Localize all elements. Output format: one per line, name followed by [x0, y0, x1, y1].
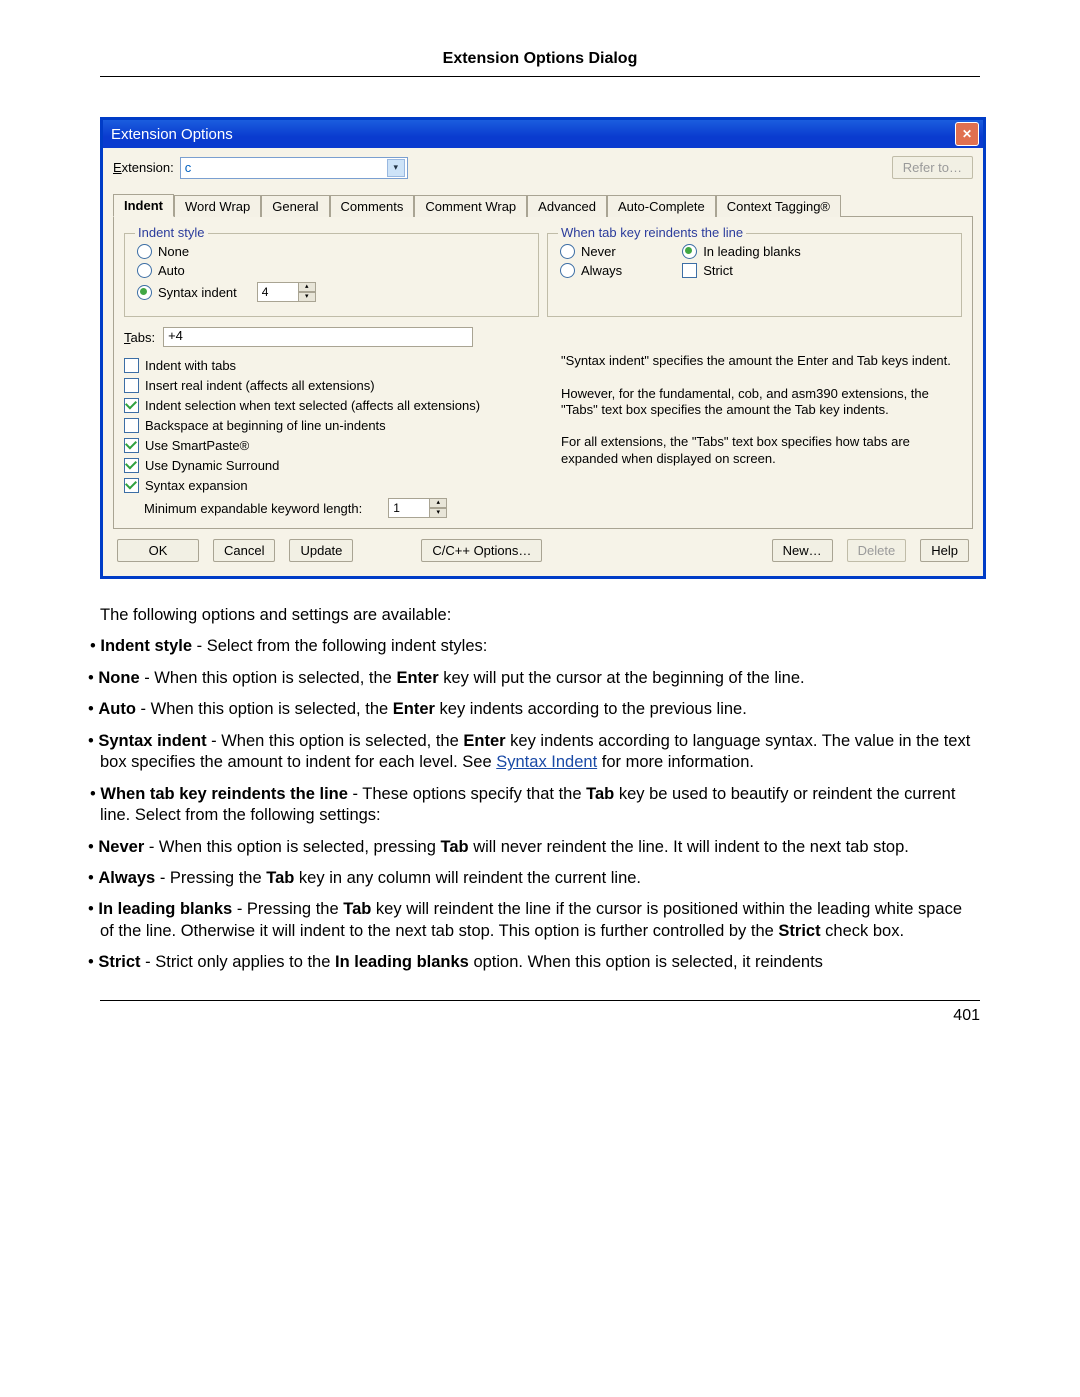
bullet-auto: Auto - When this option is selected, the… [100, 699, 980, 720]
spinner-buttons-2[interactable]: ▴▾ [429, 498, 447, 518]
intro-line: The following options and settings are a… [100, 605, 980, 626]
backspace-label: Backspace at beginning of line un-indent… [145, 418, 386, 433]
radio-auto[interactable] [137, 263, 152, 278]
tab-auto-complete[interactable]: Auto-Complete [607, 195, 716, 217]
chevron-down-icon[interactable] [387, 159, 405, 177]
radio-leading-blanks[interactable] [682, 244, 697, 259]
radio-never-label: Never [581, 244, 616, 259]
check-backspace[interactable] [124, 418, 139, 433]
delete-button[interactable]: Delete [847, 539, 907, 562]
update-button[interactable]: Update [289, 539, 353, 562]
radio-auto-label: Auto [158, 263, 185, 278]
check-indent-tabs[interactable] [124, 358, 139, 373]
tab-general[interactable]: General [261, 195, 329, 217]
bullet-syntax-indent: Syntax indent - When this option is sele… [100, 731, 980, 774]
extension-value: c [185, 160, 192, 175]
help-p3: For all extensions, the "Tabs" text box … [561, 434, 962, 467]
syntax-indent-amount[interactable]: ▴▾ [257, 282, 315, 302]
radio-none[interactable] [137, 244, 152, 259]
radio-always-label: Always [581, 263, 622, 278]
indent-style-legend: Indent style [135, 225, 208, 240]
dialog-button-row: OK Cancel Update C/C++ Options… New… Del… [113, 529, 973, 566]
min-keyword-label: Minimum expandable keyword length: [144, 501, 362, 516]
indent-tabs-label: Indent with tabs [145, 358, 236, 373]
bullet-never: Never - When this option is selected, pr… [100, 837, 980, 858]
check-insert-real[interactable] [124, 378, 139, 393]
radio-none-label: None [158, 244, 189, 259]
tabs-bar: Indent Word Wrap General Comments Commen… [113, 193, 973, 217]
tab-indent[interactable]: Indent [113, 194, 174, 217]
syntax-expansion-label: Syntax expansion [145, 478, 248, 493]
bullet-indent-style: Indent style - Select from the following… [100, 636, 980, 657]
reindent-group: When tab key reindents the line Never Al… [547, 233, 962, 317]
syntax-indent-input[interactable] [258, 284, 298, 300]
help-text: "Syntax indent" specifies the amount the… [555, 353, 962, 518]
dynamic-surround-label: Use Dynamic Surround [145, 458, 279, 473]
checkbox-column: Indent with tabs Insert real indent (aff… [124, 353, 545, 518]
radio-syntax-label: Syntax indent [158, 285, 237, 300]
bullet-none: None - When this option is selected, the… [100, 668, 980, 689]
new-button[interactable]: New… [772, 539, 833, 562]
radio-leading-label: In leading blanks [703, 244, 801, 259]
window-title: Extension Options [111, 126, 233, 143]
bullet-reindent: When tab key reindents the line - These … [100, 784, 980, 827]
page-title: Extension Options Dialog [100, 50, 980, 77]
help-p1: "Syntax indent" specifies the amount the… [561, 353, 962, 369]
extension-dropdown[interactable]: c [180, 157, 408, 179]
tab-context-tagging[interactable]: Context Tagging® [716, 195, 841, 217]
tab-word-wrap[interactable]: Word Wrap [174, 195, 261, 217]
tab-comment-wrap[interactable]: Comment Wrap [414, 195, 527, 217]
check-strict[interactable] [682, 263, 697, 278]
extension-label: Extension: [113, 160, 174, 175]
close-icon[interactable] [955, 122, 979, 146]
reindent-legend: When tab key reindents the line [558, 225, 746, 240]
bullet-strict: Strict - Strict only applies to the In l… [100, 952, 980, 973]
indent-style-group: Indent style None Auto Syntax indent ▴▾ [124, 233, 539, 317]
tabs-label: Tabs: [124, 330, 155, 345]
cancel-button[interactable]: Cancel [213, 539, 275, 562]
check-syntax-expansion[interactable] [124, 478, 139, 493]
min-keyword-spinner[interactable]: ▴▾ [388, 498, 446, 518]
lang-options-button[interactable]: C/C++ Options… [421, 539, 542, 562]
help-p2: However, for the fundamental, cob, and a… [561, 386, 962, 419]
check-strict-label: Strict [703, 263, 733, 278]
tab-comments[interactable]: Comments [330, 195, 415, 217]
syntax-indent-link[interactable]: Syntax Indent [496, 753, 597, 771]
radio-syntax-indent[interactable] [137, 285, 152, 300]
extension-options-dialog: Extension Options Extension: c Refer to…… [100, 117, 986, 579]
bullet-leading-blanks: In leading blanks - Pressing the Tab key… [100, 899, 980, 942]
page-number: 401 [953, 1007, 980, 1025]
spinner-buttons[interactable]: ▴▾ [298, 282, 316, 302]
tab-advanced[interactable]: Advanced [527, 195, 607, 217]
document-text: The following options and settings are a… [100, 605, 980, 974]
help-button[interactable]: Help [920, 539, 969, 562]
min-keyword-input[interactable] [389, 500, 429, 516]
insert-real-label: Insert real indent (affects all extensio… [145, 378, 375, 393]
radio-never[interactable] [560, 244, 575, 259]
refer-to-button[interactable]: Refer to… [892, 156, 973, 179]
page-footer: 401 [100, 1000, 980, 1025]
ok-button[interactable]: OK [117, 539, 199, 562]
tabs-input[interactable]: +4 [163, 327, 473, 347]
check-dynamic-surround[interactable] [124, 458, 139, 473]
smartpaste-label: Use SmartPaste® [145, 438, 249, 453]
check-indent-selection[interactable] [124, 398, 139, 413]
check-smartpaste[interactable] [124, 438, 139, 453]
bullet-always: Always - Pressing the Tab key in any col… [100, 868, 980, 889]
radio-always[interactable] [560, 263, 575, 278]
titlebar[interactable]: Extension Options [103, 120, 983, 148]
indent-selection-label: Indent selection when text selected (aff… [145, 398, 480, 413]
